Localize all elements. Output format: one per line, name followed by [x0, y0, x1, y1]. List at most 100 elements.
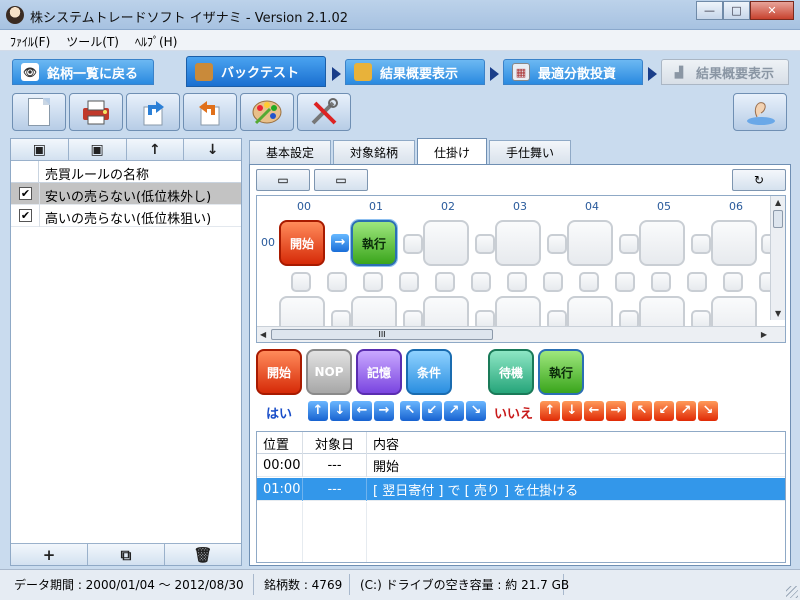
palette-wait-button[interactable]: 待機	[488, 349, 534, 395]
scroll-down-icon[interactable]: ▼	[775, 309, 781, 318]
scrollbar-thumb[interactable]: III	[271, 329, 493, 340]
maximize-button[interactable]: □	[723, 1, 750, 20]
grid-cell-small[interactable]	[691, 234, 711, 254]
yes-arrow-down-icon[interactable]: ↓	[330, 401, 350, 421]
flow-grid[interactable]: 00 01 02 03 04 05 06 00 01 開始 → 執行	[256, 195, 786, 343]
yes-arrow-down-right-icon[interactable]: ↘	[466, 401, 486, 421]
grid-horizontal-scrollbar[interactable]: ◀ III ▶	[257, 326, 785, 342]
window-title: 株システムトレードソフト イザナミ - Version 2.1.02	[30, 11, 348, 26]
table-row[interactable]: 00:00 --- 開始	[257, 454, 785, 477]
scrollbar-thumb[interactable]	[773, 210, 783, 228]
yes-arrow-down-left-icon[interactable]: ↙	[422, 401, 442, 421]
grid-cell-small[interactable]	[471, 272, 491, 292]
eye-icon: 👁	[21, 63, 39, 81]
grid-cell-small[interactable]	[507, 272, 527, 292]
no-arrow-up-icon[interactable]: ↑	[540, 401, 560, 421]
resize-grip-icon[interactable]	[786, 586, 798, 598]
no-arrow-right-icon[interactable]: →	[606, 401, 626, 421]
grid-cell-small[interactable]	[723, 272, 743, 292]
no-arrow-down-right-icon[interactable]: ↘	[698, 401, 718, 421]
nav-tab-optimal-allocation[interactable]: ▦ 最適分散投資	[503, 59, 643, 85]
nav-tabs: 👁 銘柄一覧に戻る バックテスト 結果概要表示 ▦ 最適分散投資 ▟ 結果概要表…	[0, 51, 800, 89]
settings-button[interactable]	[297, 93, 351, 131]
palette-exec-button[interactable]: 執行	[538, 349, 584, 395]
yes-arrow-up-right-icon[interactable]: ↗	[444, 401, 464, 421]
grid-cell-small[interactable]	[579, 272, 599, 292]
palette-start-button[interactable]: 開始	[256, 349, 302, 395]
yes-arrow-left-icon[interactable]: ←	[352, 401, 372, 421]
palette-condition-button[interactable]: 条件	[406, 349, 452, 395]
grid-cell[interactable]	[567, 220, 613, 266]
yes-arrow-right-icon[interactable]: →	[374, 401, 394, 421]
grid-cell-small[interactable]	[543, 272, 563, 292]
nav-tab-backtest[interactable]: バックテスト	[186, 56, 326, 87]
palette-icon	[252, 100, 282, 125]
grid-node-exec[interactable]: 執行	[350, 219, 398, 267]
row-content: [ 翌日寄付 ] で [ 売り ] を仕掛ける	[373, 484, 579, 499]
grid-cell-small[interactable]	[619, 234, 639, 254]
grid-cell-small[interactable]	[363, 272, 383, 292]
grid-cell[interactable]	[639, 220, 685, 266]
minimize-button[interactable]: —	[696, 1, 723, 20]
no-arrow-left-icon[interactable]: ←	[584, 401, 604, 421]
delete-rule-button[interactable]: 🗑	[165, 544, 241, 565]
scroll-right-icon[interactable]: ▶	[761, 330, 767, 339]
copy-rule-button[interactable]: ⧉	[88, 544, 165, 565]
tab-target-stocks[interactable]: 対象銘柄	[333, 140, 416, 164]
nav-tab-stock-list[interactable]: 👁 銘柄一覧に戻る	[12, 59, 154, 85]
grid-cell-small[interactable]	[291, 272, 311, 292]
refresh-button[interactable]: ↻	[732, 169, 786, 191]
grid-view-button[interactable]: ▭	[256, 169, 310, 191]
save-rule-button[interactable]: ▣	[11, 139, 69, 160]
rule-row[interactable]: ✔ 安いの売らない(低位株外し)	[11, 183, 241, 205]
grid-cell[interactable]	[711, 220, 757, 266]
menu-help[interactable]: ﾍﾙﾌﾟ(H)	[125, 30, 183, 50]
rule-row[interactable]: ✔ 高いの売らない(低位株狙い)	[11, 205, 241, 227]
palette-memory-button[interactable]: 記憶	[356, 349, 402, 395]
grid-cell-small[interactable]	[327, 272, 347, 292]
grid-cell-small[interactable]	[475, 234, 495, 254]
move-down-button[interactable]: ↓	[184, 139, 241, 160]
rule-checkbox[interactable]: ✔	[19, 187, 32, 200]
help-button[interactable]	[733, 93, 787, 131]
grid-cell-small[interactable]	[651, 272, 671, 292]
no-arrow-down-icon[interactable]: ↓	[562, 401, 582, 421]
grid-cell-small[interactable]	[547, 234, 567, 254]
no-arrow-up-left-icon[interactable]: ↖	[632, 401, 652, 421]
menu-tools[interactable]: ツール(T)	[56, 30, 125, 50]
grid-cell[interactable]	[423, 220, 469, 266]
tab-exit[interactable]: 手仕舞い	[489, 140, 572, 164]
table-row[interactable]: 01:00 --- [ 翌日寄付 ] で [ 売り ] を仕掛ける	[257, 478, 785, 501]
grid-cell-small[interactable]	[615, 272, 635, 292]
new-button[interactable]	[12, 93, 66, 131]
save-icon: ▣	[32, 141, 46, 158]
add-rule-button[interactable]: +	[11, 544, 88, 565]
no-arrow-up-right-icon[interactable]: ↗	[676, 401, 696, 421]
grid-view-button[interactable]: ▭	[314, 169, 368, 191]
menu-file[interactable]: ﾌｧｲﾙ(F)	[0, 30, 56, 50]
grid-cell-small[interactable]	[687, 272, 707, 292]
export-button[interactable]	[126, 93, 180, 131]
no-arrow-down-left-icon[interactable]: ↙	[654, 401, 674, 421]
yes-arrow-up-icon[interactable]: ↑	[308, 401, 328, 421]
tab-entry[interactable]: 仕掛け	[417, 138, 488, 165]
yes-arrow-up-left-icon[interactable]: ↖	[400, 401, 420, 421]
grid-cell-small[interactable]	[435, 272, 455, 292]
tab-basic-settings[interactable]: 基本設定	[249, 140, 332, 164]
scroll-up-icon[interactable]: ▲	[775, 198, 781, 207]
rule-checkbox[interactable]: ✔	[19, 209, 32, 222]
import-button[interactable]	[183, 93, 237, 131]
grid-vertical-scrollbar[interactable]: ▲ ▼	[770, 196, 785, 320]
move-up-button[interactable]: ↑	[126, 139, 185, 160]
grid-cell[interactable]	[495, 220, 541, 266]
close-button[interactable]: ✕	[750, 1, 794, 20]
palette-button[interactable]	[240, 93, 294, 131]
nav-tab-result-summary[interactable]: 結果概要表示	[345, 59, 485, 85]
print-button[interactable]	[69, 93, 123, 131]
grid-cell-small[interactable]	[399, 272, 419, 292]
palette-nop-button[interactable]: NOP	[306, 349, 352, 395]
grid-cell-small[interactable]	[403, 234, 423, 254]
scroll-left-icon[interactable]: ◀	[260, 330, 266, 339]
grid-node-start[interactable]: 開始	[279, 220, 325, 266]
save-as-rule-button[interactable]: ▣	[68, 139, 127, 160]
